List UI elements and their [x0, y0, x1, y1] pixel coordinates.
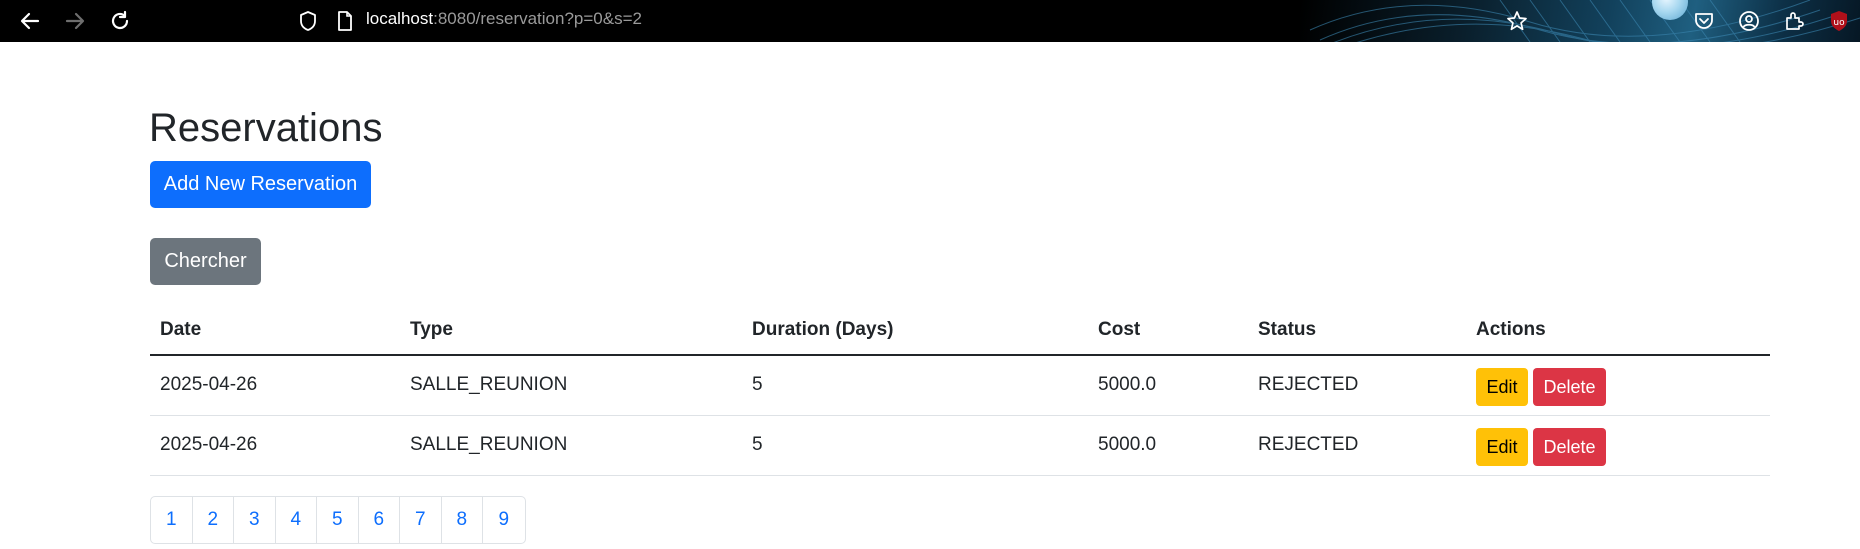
- pagination: 1 2 3 4 5 6 7 8 9: [150, 496, 526, 544]
- page-link-2[interactable]: 2: [193, 497, 234, 543]
- pocket-icon[interactable]: [1689, 6, 1719, 36]
- table-row: 2025-04-26 SALLE_REUNION 5 5000.0 REJECT…: [150, 356, 1770, 416]
- svg-text:uo: uo: [1833, 18, 1845, 28]
- browser-theme-background: [1300, 0, 1860, 42]
- back-button[interactable]: [15, 6, 45, 36]
- page-link-8[interactable]: 8: [442, 497, 483, 543]
- url-host: localhost: [366, 9, 434, 28]
- cell-date: 2025-04-26: [160, 374, 258, 395]
- header-type: Type: [410, 319, 453, 340]
- cell-type: SALLE_REUNION: [410, 374, 568, 395]
- reservations-table: Date Type Duration (Days) Cost Status Ac…: [150, 311, 1770, 476]
- cell-type: SALLE_REUNION: [410, 434, 568, 455]
- edit-button[interactable]: Edit: [1476, 368, 1528, 406]
- bookmark-star-icon[interactable]: [1502, 6, 1532, 36]
- forward-button[interactable]: [60, 6, 90, 36]
- ublock-origin-icon[interactable]: uo: [1824, 6, 1854, 36]
- cell-status: REJECTED: [1258, 374, 1359, 395]
- url-bar[interactable]: localhost:8080/reservation?p=0&s=2: [366, 9, 642, 29]
- arrow-left-icon: [20, 12, 40, 30]
- cell-cost: 5000.0: [1098, 434, 1157, 455]
- header-duration: Duration (Days): [752, 319, 894, 340]
- delete-button[interactable]: Delete: [1533, 368, 1606, 406]
- table-row: 2025-04-26 SALLE_REUNION 5 5000.0 REJECT…: [150, 416, 1770, 476]
- header-cost: Cost: [1098, 319, 1141, 340]
- cell-duration: 5: [752, 374, 763, 395]
- header-status: Status: [1258, 319, 1317, 340]
- search-button[interactable]: Chercher: [150, 238, 261, 285]
- delete-button[interactable]: Delete: [1533, 428, 1606, 466]
- url-path: :8080/reservation?p=0&s=2: [433, 9, 642, 28]
- cell-cost: 5000.0: [1098, 374, 1157, 395]
- header-actions: Actions: [1476, 319, 1546, 340]
- page-title: Reservations: [149, 106, 383, 150]
- edit-button[interactable]: Edit: [1476, 428, 1528, 466]
- page-link-5[interactable]: 5: [317, 497, 359, 543]
- page-link-7[interactable]: 7: [400, 497, 442, 543]
- header-date: Date: [160, 319, 202, 340]
- reload-icon: [111, 10, 129, 30]
- table-header-row: Date Type Duration (Days) Cost Status Ac…: [150, 311, 1770, 356]
- browser-toolbar: localhost:8080/reservation?p=0&s=2 uo: [0, 0, 1860, 42]
- page-link-1[interactable]: 1: [151, 497, 193, 543]
- site-security-shield-icon[interactable]: [293, 6, 323, 36]
- account-icon[interactable]: [1734, 6, 1764, 36]
- page-info-icon[interactable]: [330, 6, 360, 36]
- add-new-reservation-button[interactable]: Add New Reservation: [150, 161, 371, 208]
- page-link-4[interactable]: 4: [276, 497, 317, 543]
- cell-status: REJECTED: [1258, 434, 1359, 455]
- cell-date: 2025-04-26: [160, 434, 258, 455]
- extensions-puzzle-icon[interactable]: [1779, 6, 1809, 36]
- reload-button[interactable]: [105, 6, 135, 36]
- page-link-3[interactable]: 3: [234, 497, 276, 543]
- arrow-right-icon: [65, 12, 85, 30]
- page-link-9[interactable]: 9: [483, 497, 525, 543]
- page-link-6[interactable]: 6: [359, 497, 400, 543]
- cell-duration: 5: [752, 434, 763, 455]
